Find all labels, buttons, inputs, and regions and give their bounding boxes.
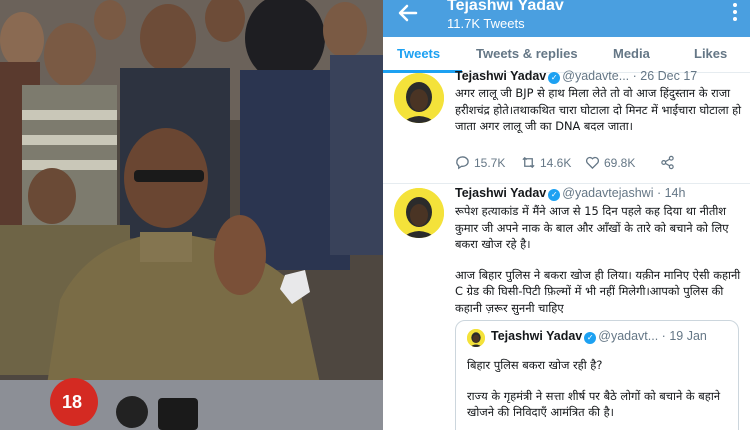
press-conference-photo: 18 [0,0,383,430]
tweet-header: Tejashwi Yadav ✓ @yadavtejashwi · 14h [455,186,686,201]
quoted-author-handle: @yadavt... [598,329,659,343]
quoted-tweet[interactable]: Tejashwi Yadav ✓ @yadavt... · 19 Jan बिहार… [455,320,739,430]
avatar[interactable] [394,188,444,238]
verified-icon: ✓ [548,72,561,84]
quoted-header: Tejashwi Yadav ✓ @yadavt... · 19 Jan [491,329,707,344]
tab-tweets-replies[interactable]: Tweets & replies [476,46,578,61]
microphone-logo-text: 18 [62,392,82,412]
more-options-icon[interactable] [732,3,738,23]
back-arrow-icon[interactable] [397,2,419,24]
share-icon [661,155,674,170]
heart-icon [586,156,599,170]
quoted-text: बिहार पुलिस बकरा खोज रही है? राज्य के गृ… [467,357,735,421]
tweet-item[interactable]: Tejashwi Yadav ✓ @yadavte... · 26 Dec 17 अ… [383,69,750,183]
tweet-paragraph: रूपेश हत्याकांड में मैंने आज से 15 दिन प… [455,204,729,252]
tab-tweets[interactable]: Tweets [397,46,440,61]
reply-button[interactable]: 15.7K [455,155,505,170]
retweet-button[interactable]: 14.6K [521,155,571,170]
tab-likes[interactable]: Likes [694,46,727,61]
profile-header: Tejashwi Yadav 11.7K Tweets [383,0,750,37]
quoted-author-name: Tejashwi Yadav [491,329,583,343]
tweet-time[interactable]: 14h [665,186,686,200]
like-count: 69.8K [604,156,636,170]
tweet-time[interactable]: 26 Dec 17 [640,69,697,83]
author-handle[interactable]: @yadavtejashwi [562,186,653,200]
quoted-avatar [467,329,485,347]
tweet-text: अगर लालू जी BJP से हाथ मिला लेते तो वो आ… [455,86,742,134]
tab-media[interactable]: Media [613,46,650,61]
avatar[interactable] [394,73,444,123]
retweet-icon [522,156,535,169]
quoted-paragraph: राज्य के गृहमंत्री ने सत्ता शीर्ष पर बैठ… [467,388,721,420]
like-button[interactable]: 69.8K [585,155,635,170]
tweet-count: 11.7K Tweets [447,16,525,31]
share-button[interactable] [660,155,679,170]
quoted-paragraph: बिहार पुलिस बकरा खोज रही है? [467,358,603,372]
twitter-profile-screenshot: Tejashwi Yadav 11.7K Tweets Tweets Tweet… [383,0,750,430]
tweet-header: Tejashwi Yadav ✓ @yadavte... · 26 Dec 17 [455,69,698,84]
reply-icon [456,156,469,170]
author-name[interactable]: Tejashwi Yadav [455,69,546,83]
profile-tabs: Tweets Tweets & replies Media Likes [383,37,750,73]
reply-count: 15.7K [474,156,506,170]
profile-title: Tejashwi Yadav [447,0,564,14]
tweet-paragraph: आज बिहार पुलिस ने बकरा खोज ही लिया। यक़ी… [455,267,741,315]
author-handle[interactable]: @yadavte... [562,69,629,83]
quoted-tweet-time: 19 Jan [669,329,707,343]
tweet-text: रूपेश हत्याकांड में मैंने आज से 15 दिन प… [455,203,743,317]
verified-icon: ✓ [584,332,597,344]
author-name[interactable]: Tejashwi Yadav [455,186,546,200]
retweet-count: 14.6K [540,156,572,170]
verified-icon: ✓ [548,189,561,201]
